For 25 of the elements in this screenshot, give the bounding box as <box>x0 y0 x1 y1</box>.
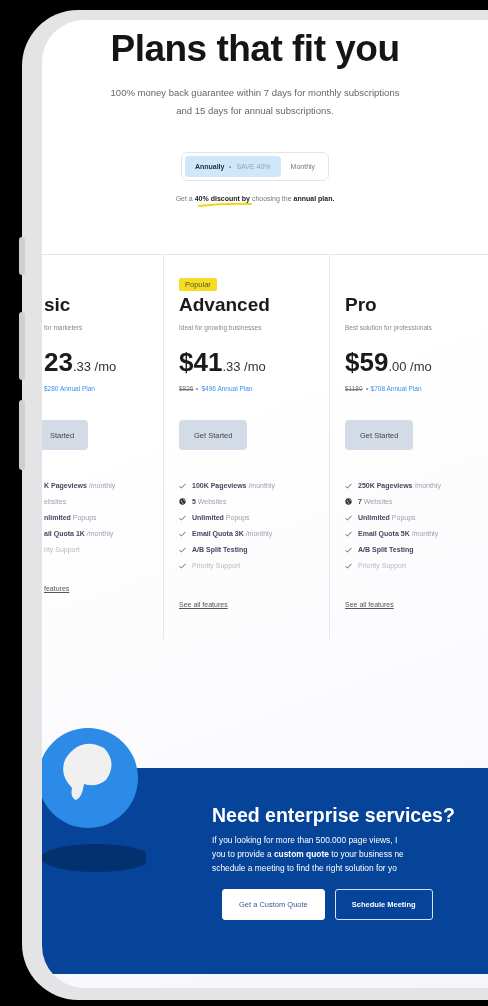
globe-icon <box>179 498 186 505</box>
page-title: Plans that fit you <box>110 28 400 70</box>
plan-price: $41.33 /mo <box>179 347 266 378</box>
plan-price: 23.33 /mo <box>44 347 117 378</box>
check-icon <box>179 530 186 537</box>
enterprise-text-line: schedule a meeting to find the right solution for yo <box>212 863 398 873</box>
check-icon <box>179 482 186 489</box>
globe-icon <box>345 498 352 505</box>
plan-price: $59.00 /mo <box>345 347 432 378</box>
plan-name: Advanced <box>179 294 270 316</box>
plan-name: Pro <box>345 294 377 316</box>
check-icon <box>345 530 352 537</box>
enterprise-text-line: If you looking for more than 500.000 page views, I <box>212 835 399 845</box>
check-icon <box>345 514 352 521</box>
check-icon <box>345 482 352 489</box>
subtitle: 100% money back guarantee within 7 days for monthly subscriptions and 15 days for annual subscriptions. <box>109 86 401 118</box>
enterprise-text-line: you to provide a custom quote to your business ne <box>212 849 405 859</box>
check-icon <box>179 514 186 521</box>
check-icon <box>345 562 352 569</box>
check-icon <box>345 546 352 553</box>
check-icon <box>179 546 186 553</box>
check-icon <box>179 562 186 569</box>
highlight-underline <box>197 202 253 208</box>
plan-name: sic <box>44 294 71 316</box>
enterprise-title: Need enterprise services? <box>212 804 456 827</box>
